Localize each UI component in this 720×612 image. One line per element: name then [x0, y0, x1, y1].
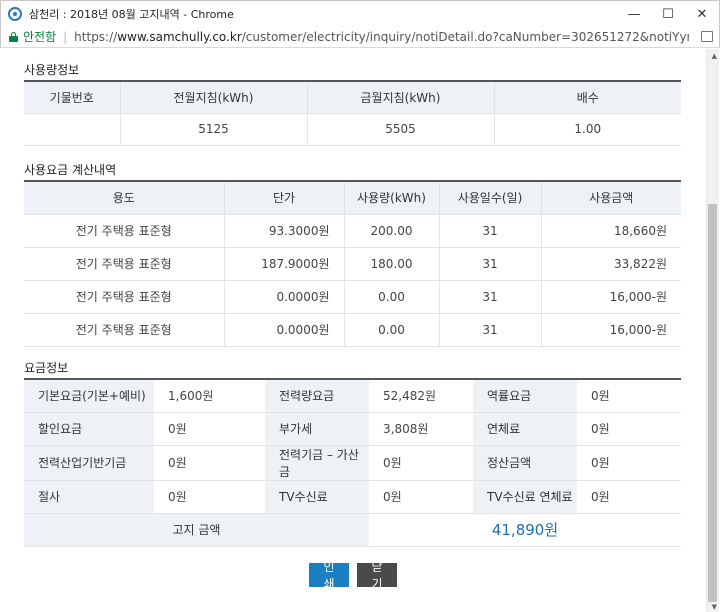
charge-usage: 0.00 — [344, 280, 440, 314]
usage-header-row: 기물번호 전월지침(kWh) 금월지침(kWh) 배수 — [24, 81, 681, 114]
fee-value: 0원 — [154, 480, 265, 514]
charge-days: 31 — [439, 214, 542, 248]
charges-header-row: 용도 단가 사용량(kWh) 사용일수(일) 사용금액 — [24, 181, 681, 215]
total-label: 고지 금액 — [24, 513, 369, 547]
close-button[interactable]: 닫기 — [357, 560, 397, 591]
fee-label: 연체료 — [473, 412, 577, 446]
usage-data-row: 5125 5505 1.00 — [24, 113, 681, 146]
lock-icon — [9, 31, 18, 42]
url-host: www.samchully.co.kr — [117, 29, 242, 44]
usage-header-prev: 전월지침(kWh) — [120, 81, 308, 114]
charges-header-days: 사용일수(일) — [439, 181, 542, 215]
fee-value: 0원 — [577, 480, 681, 514]
fee-value: 0원 — [369, 480, 473, 514]
maximize-button[interactable]: ☐ — [651, 1, 685, 27]
charge-purpose: 전기 주택용 표준형 — [24, 313, 225, 347]
fee-label: 전력산업기반기금 — [24, 445, 154, 481]
fee-value: 0원 — [577, 412, 681, 446]
scrollbar-thumb[interactable] — [708, 204, 717, 602]
charge-days: 31 — [439, 313, 542, 347]
charge-purpose: 전기 주택용 표준형 — [24, 214, 225, 248]
usage-prev-reading: 5125 — [120, 113, 308, 146]
charge-unit-price: 0.0000원 — [224, 280, 345, 314]
fee-value: 0원 — [154, 445, 265, 481]
fee-label: 절사 — [24, 480, 154, 514]
charge-unit-price: 187.9000원 — [224, 247, 345, 281]
print-button[interactable]: 인쇄 — [309, 560, 349, 591]
address-separator: | — [63, 29, 68, 44]
charges-header-unit-price: 단가 — [224, 181, 345, 215]
window-title: 삼천리 : 2018년 08월 고지내역 - Chrome — [29, 7, 234, 21]
usage-meter-number — [24, 113, 121, 146]
charge-amount: 16,000-원 — [541, 313, 681, 347]
url-path: /customer/electricity/inquiry/notiDetail… — [241, 29, 689, 44]
fee-label: 역률요금 — [473, 379, 577, 413]
charge-purpose: 전기 주택용 표준형 — [24, 247, 225, 281]
charges-header-usage: 사용량(kWh) — [344, 181, 440, 215]
charge-days: 31 — [439, 247, 542, 281]
fee-value: 0원 — [154, 412, 265, 446]
fees-table: 기본요금(기본+예비) 1,600원 전력량요금 52,482원 역률요금 0원… — [24, 378, 681, 547]
usage-header-meter: 기물번호 — [24, 81, 121, 114]
fee-value: 0원 — [577, 379, 681, 413]
url-prefix: https:// — [74, 29, 118, 44]
usage-section-title: 사용량정보 — [24, 63, 80, 77]
usage-multiplier: 1.00 — [494, 113, 681, 146]
total-amount: 41,890원 — [369, 513, 681, 547]
charge-usage: 200.00 — [344, 214, 440, 248]
chrome-logo-icon — [8, 6, 22, 21]
fee-value: 52,482원 — [369, 379, 473, 413]
charge-amount: 16,000-원 — [541, 280, 681, 314]
fee-label: 전력량요금 — [265, 379, 369, 413]
address-bar[interactable]: 안전함 | https://www.samchully.co.kr/custom… — [0, 26, 720, 48]
charge-days: 31 — [439, 280, 542, 314]
table-row: 전기 주택용 표준형 93.3000원 200.00 31 18,660원 — [24, 214, 681, 248]
charge-unit-price: 93.3000원 — [224, 214, 345, 248]
fees-section-title: 요금정보 — [24, 361, 69, 375]
table-row: 전기 주택용 표준형 187.9000원 180.00 31 33,822원 — [24, 247, 681, 281]
charge-unit-price: 0.0000원 — [224, 313, 345, 347]
charge-purpose: 전기 주택용 표준형 — [24, 280, 225, 314]
fee-label: 부가세 — [265, 412, 369, 446]
charges-table: 용도 단가 사용량(kWh) 사용일수(일) 사용금액 전기 주택용 표준형 9… — [24, 180, 681, 347]
scroll-up-icon[interactable]: ▲ — [712, 52, 717, 60]
fee-value: 1,600원 — [154, 379, 265, 413]
total-row: 고지 금액 41,890원 — [24, 513, 681, 547]
scroll-down-icon[interactable]: ▼ — [712, 603, 717, 611]
table-row: 기본요금(기본+예비) 1,600원 전력량요금 52,482원 역률요금 0원 — [24, 379, 681, 413]
usage-curr-reading: 5505 — [307, 113, 495, 146]
table-row: 전기 주택용 표준형 0.0000원 0.00 31 16,000-원 — [24, 313, 681, 347]
usage-header-multiplier: 배수 — [494, 81, 681, 114]
fee-value: 3,808원 — [369, 412, 473, 446]
fee-value: 0원 — [369, 445, 473, 481]
extension-icon[interactable] — [701, 31, 713, 42]
close-window-button[interactable]: ✕ — [685, 1, 719, 27]
charge-usage: 0.00 — [344, 313, 440, 347]
minimize-button[interactable]: — — [617, 1, 651, 27]
fee-label: TV수신료 — [265, 480, 369, 514]
usage-header-curr: 금월지침(kWh) — [307, 81, 495, 114]
charges-header-purpose: 용도 — [24, 181, 225, 215]
fee-label: 정산금액 — [473, 445, 577, 481]
charges-section-title: 사용요금 계산내역 — [24, 163, 117, 177]
charges-header-amount: 사용금액 — [541, 181, 681, 215]
table-row: 절사 0원 TV수신료 0원 TV수신료 연체료 0원 — [24, 480, 681, 514]
secure-label: 안전함 — [23, 30, 57, 44]
usage-table: 기물번호 전월지침(kWh) 금월지침(kWh) 배수 5125 5505 1.… — [24, 80, 681, 146]
charge-amount: 33,822원 — [541, 247, 681, 281]
fee-value: 0원 — [577, 445, 681, 481]
window-titlebar: 삼천리 : 2018년 08월 고지내역 - Chrome — ☐ ✕ — [0, 0, 720, 26]
fee-label: 할인요금 — [24, 412, 154, 446]
table-row: 전력산업기반기금 0원 전력기금 – 가산금 0원 정산금액 0원 — [24, 445, 681, 481]
table-row: 할인요금 0원 부가세 3,808원 연체료 0원 — [24, 412, 681, 446]
charge-amount: 18,660원 — [541, 214, 681, 248]
fee-label: 전력기금 – 가산금 — [265, 445, 369, 481]
table-row: 전기 주택용 표준형 0.0000원 0.00 31 16,000-원 — [24, 280, 681, 314]
fee-label: TV수신료 연체료 — [473, 480, 577, 514]
url-text[interactable]: https://www.samchully.co.kr/customer/ele… — [74, 30, 689, 44]
fee-label: 기본요금(기본+예비) — [24, 379, 154, 413]
charge-usage: 180.00 — [344, 247, 440, 281]
